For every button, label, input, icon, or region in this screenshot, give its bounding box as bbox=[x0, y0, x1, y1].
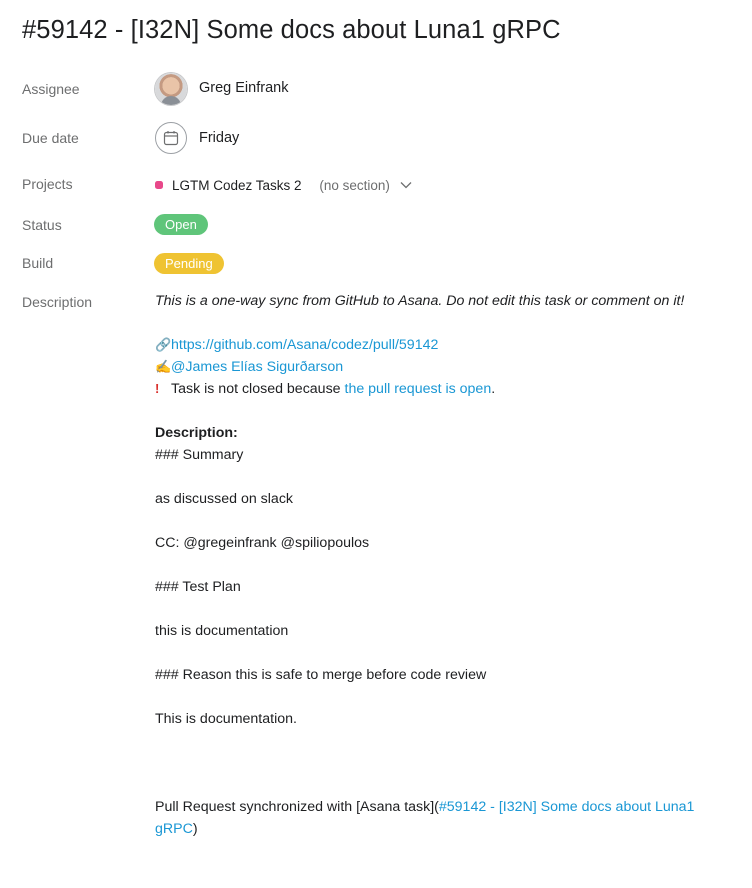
status-badge[interactable]: Open bbox=[154, 214, 208, 235]
status-label: Status bbox=[22, 217, 62, 233]
build-badge[interactable]: Pending bbox=[154, 253, 224, 274]
not-closed-text: Task is not closed because bbox=[171, 381, 345, 397]
pr-link-line: 🔗https://github.com/Asana/codez/pull/591… bbox=[155, 334, 730, 356]
slack-line: as discussed on slack bbox=[155, 491, 294, 507]
sync-notice: This is a one-way sync from GitHub to As… bbox=[155, 293, 685, 309]
sync-prefix: Pull Request synchronized with [Asana ta… bbox=[155, 799, 439, 815]
asana-task-link[interactable]: #59142 - [I32N] Some docs about Luna1 bbox=[439, 799, 695, 815]
asana-task-link-cont[interactable]: gRPC bbox=[155, 821, 193, 837]
documentation-line-2: This is documentation. bbox=[155, 711, 297, 727]
due-date-label: Due date bbox=[22, 130, 79, 146]
description-body[interactable]: This is a one-way sync from GitHub to As… bbox=[155, 290, 730, 840]
link-emoji-icon: 🔗 bbox=[155, 337, 172, 352]
description-heading: Description: bbox=[155, 425, 238, 441]
sync-suffix: ) bbox=[192, 821, 198, 837]
not-closed-suffix: . bbox=[491, 381, 496, 397]
task-title[interactable]: #59142 - [I32N] Some docs about Luna1 gR… bbox=[22, 16, 561, 45]
chevron-down-icon[interactable] bbox=[400, 177, 412, 192]
not-closed-line: ! Task is not closed because the pull req… bbox=[155, 378, 730, 400]
project-name[interactable]: LGTM Codez Tasks 2 bbox=[172, 178, 302, 193]
cc-line: CC: @gregeinfrank @spiliopoulos bbox=[155, 535, 370, 551]
exclamation-icon: ! bbox=[155, 381, 160, 396]
project-section[interactable]: (no section) bbox=[319, 178, 390, 193]
writing-hand-icon: ✍ bbox=[155, 359, 172, 374]
due-date-value[interactable]: Friday bbox=[199, 130, 239, 146]
projects-label: Projects bbox=[22, 176, 73, 192]
author-line: ✍@James Elías Sigurðarson bbox=[155, 356, 730, 378]
reason-heading: ### Reason this is safe to merge before … bbox=[155, 667, 487, 683]
sync-line: Pull Request synchronized with [Asana ta… bbox=[155, 796, 730, 840]
pr-link[interactable]: https://github.com/Asana/codez/pull/5914… bbox=[171, 337, 438, 353]
pr-open-link[interactable]: the pull request is open bbox=[345, 381, 492, 397]
build-label: Build bbox=[22, 255, 54, 271]
documentation-line: this is documentation bbox=[155, 623, 289, 639]
avatar[interactable] bbox=[155, 73, 187, 105]
project-row[interactable]: LGTM Codez Tasks 2 (no section) bbox=[155, 177, 412, 193]
assignee-name[interactable]: Greg Einfrank bbox=[199, 80, 288, 96]
project-color-dot bbox=[155, 181, 163, 189]
assignee-label: Assignee bbox=[22, 81, 80, 97]
test-plan-heading: ### Test Plan bbox=[155, 579, 241, 595]
calendar-icon[interactable] bbox=[155, 122, 187, 154]
summary-heading: ### Summary bbox=[155, 447, 244, 463]
description-label: Description bbox=[22, 294, 93, 310]
author-link[interactable]: @James Elías Sigurðarson bbox=[171, 359, 343, 375]
